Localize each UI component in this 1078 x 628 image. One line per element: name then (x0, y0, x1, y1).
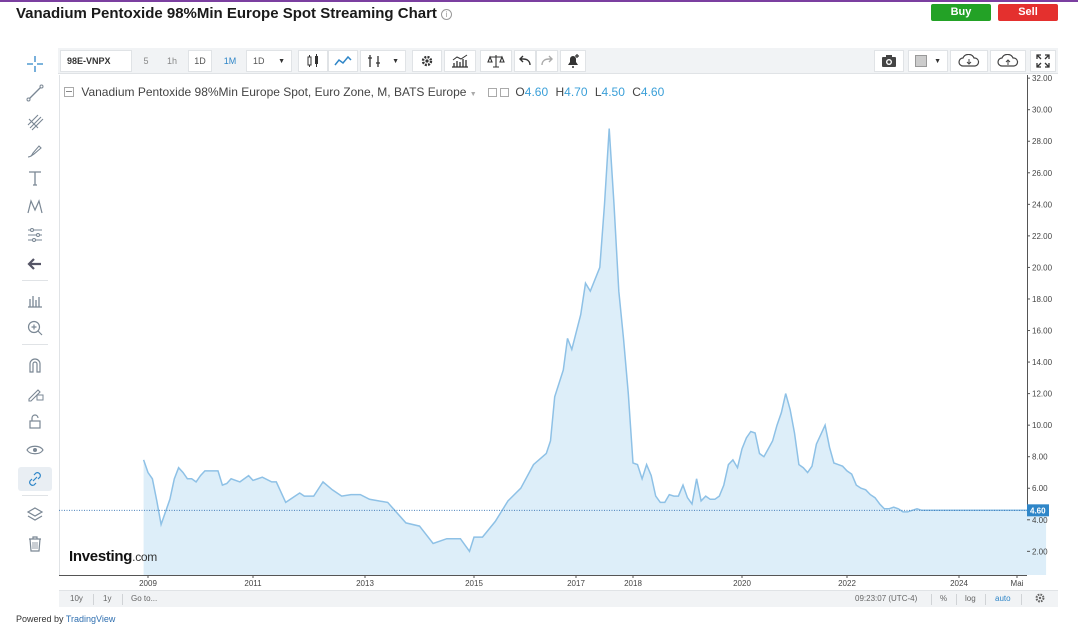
price-axis[interactable] (1027, 75, 1058, 575)
symbol-input[interactable]: 98E-VNPX (60, 50, 132, 72)
range-1y[interactable]: 1y (103, 594, 111, 603)
legend-hide-icon[interactable] (500, 88, 510, 97)
page-title: Vanadium Pentoxide 98%Min Europe Spot St… (16, 5, 452, 22)
bars-style-icon[interactable] (298, 50, 328, 72)
pattern-icon[interactable] (18, 195, 52, 219)
bottom-divider (985, 594, 986, 605)
legend-low-label: L (594, 85, 602, 99)
chevron-down-icon: ▼ (278, 57, 285, 65)
legend-high-value: 4.70 (564, 85, 588, 99)
investing-logo-brand: Investing (69, 548, 133, 565)
percent-toggle[interactable]: % (940, 594, 947, 603)
legend-collapse-icon[interactable] (64, 87, 74, 97)
undo-icon[interactable] (514, 50, 536, 72)
page-title-text: Vanadium Pentoxide 98%Min Europe Spot St… (16, 5, 437, 22)
interval-dropdown-label: 1D (253, 56, 265, 66)
magnet-icon[interactable] (18, 353, 52, 377)
ruler-icon[interactable] (18, 288, 52, 312)
toolbar-divider (22, 280, 48, 281)
auto-toggle[interactable]: auto (995, 594, 1011, 603)
bottom-bar: 10y 1y Go to... 09:23:07 (UTC-4) % log a… (59, 590, 1058, 607)
toolbar-divider (22, 344, 48, 345)
powered-by: Powered by TradingView (16, 614, 115, 624)
trash-icon[interactable] (18, 532, 52, 556)
legend-high-label: H (555, 85, 565, 99)
interval-1m[interactable]: 1M (218, 50, 242, 72)
alert-icon[interactable] (560, 50, 586, 72)
legend-open-value: 4.60 (524, 85, 549, 99)
powered-by-prefix: Powered by (16, 614, 64, 624)
redo-icon[interactable] (536, 50, 558, 72)
layers-icon[interactable] (18, 503, 52, 527)
chart-settings-icon[interactable] (1034, 592, 1046, 606)
legend-low-value: 4.50 (601, 85, 625, 99)
settings-icon[interactable] (412, 50, 442, 72)
measure-icon[interactable] (18, 223, 52, 247)
bottom-divider (93, 594, 94, 605)
interval-1d[interactable]: 1D (188, 50, 212, 72)
studies-icon[interactable] (444, 50, 476, 72)
top-accent-border (0, 0, 1078, 2)
chart-toolbar: 98E-VNPX 5 1h 1D 1M 1D ▼ ▼ ▼ (58, 48, 1058, 74)
interval-dropdown[interactable]: 1D ▼ (246, 50, 292, 72)
compare-icon[interactable] (480, 50, 512, 72)
legend-dropdown-icon[interactable]: ▼ (470, 91, 477, 98)
camera-icon[interactable] (874, 50, 904, 72)
goto-date[interactable]: Go to... (131, 594, 157, 603)
investing-logo-suffix: .com (132, 550, 157, 564)
bottom-divider (122, 594, 123, 605)
chevron-down-icon: ▼ (392, 57, 399, 65)
interval-5[interactable]: 5 (136, 50, 156, 72)
fullscreen-icon[interactable] (1030, 50, 1056, 72)
legend-open-label: O (515, 85, 525, 99)
legend-settings-icon[interactable] (488, 88, 498, 97)
link-icon[interactable] (18, 467, 52, 491)
interval-1h[interactable]: 1h (160, 50, 184, 72)
bottom-divider (1021, 594, 1022, 605)
trend-line-icon[interactable] (18, 81, 52, 105)
legend-symbol-name: Vanadium Pentoxide 98%Min Europe Spot, E… (81, 85, 467, 99)
chart-legend: Vanadium Pentoxide 98%Min Europe Spot, E… (64, 85, 668, 99)
cloud-save-icon[interactable] (990, 50, 1026, 72)
time-axis[interactable] (59, 575, 1027, 590)
sell-button[interactable]: Sell (998, 4, 1058, 21)
range-10y[interactable]: 10y (70, 594, 83, 603)
back-arrow-icon[interactable] (18, 252, 52, 276)
cloud-load-icon[interactable] (950, 50, 988, 72)
tradingview-link[interactable]: TradingView (66, 614, 116, 624)
bottom-divider (956, 594, 957, 605)
buy-button[interactable]: Buy (931, 4, 991, 21)
info-icon[interactable]: i (440, 9, 452, 20)
lock-drawing-icon[interactable] (18, 381, 52, 405)
zoom-icon[interactable] (18, 316, 52, 340)
indicators-icon[interactable]: ▼ (360, 50, 406, 72)
legend-close-label: C (632, 85, 641, 99)
clock: 09:23:07 (UTC-4) (855, 594, 918, 603)
unlock-icon[interactable] (18, 409, 52, 433)
text-icon[interactable] (18, 166, 52, 190)
layout-swatch (915, 55, 927, 67)
investing-logo: Investing.com (69, 548, 157, 565)
eye-icon[interactable] (18, 438, 52, 462)
layout-icon[interactable]: ▼ (908, 50, 948, 72)
chart-pane[interactable] (59, 75, 1027, 575)
area-style-icon[interactable] (328, 50, 358, 72)
chevron-down-icon: ▼ (934, 57, 941, 65)
bottom-divider (931, 594, 932, 605)
brush-icon[interactable] (18, 139, 52, 163)
toolbar-divider (22, 495, 48, 496)
log-toggle[interactable]: log (965, 594, 976, 603)
pitchfork-icon[interactable] (18, 110, 52, 134)
legend-close-value: 4.60 (640, 85, 665, 99)
crosshair-icon[interactable] (18, 52, 52, 76)
